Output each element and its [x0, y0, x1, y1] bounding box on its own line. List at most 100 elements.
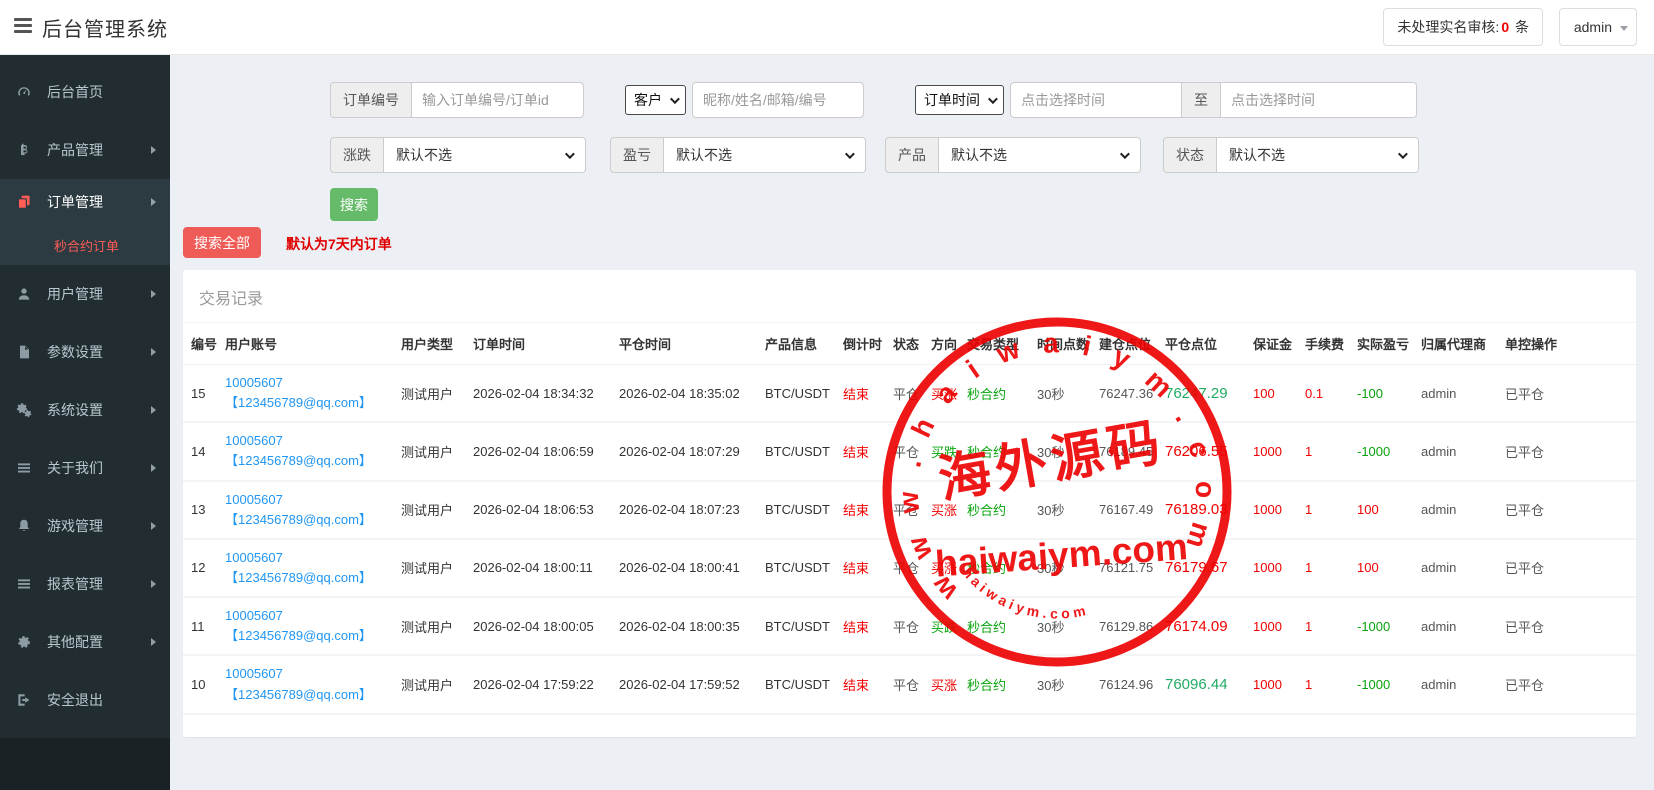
chevron-down-icon	[1120, 149, 1130, 159]
customer-type-select[interactable]: 客户	[625, 85, 686, 115]
account-email-link[interactable]: 【123456789@qq.com】	[225, 626, 387, 646]
cell-order-time: 2026-02-04 17:59:22	[465, 655, 611, 713]
sidebar-item-4[interactable]: 参数设置	[0, 323, 170, 381]
chevron-right-icon	[151, 290, 156, 298]
chevron-right-icon	[151, 464, 156, 472]
panel-title: 交易记录	[183, 270, 1636, 323]
cell-open-price: 76121.75	[1091, 539, 1157, 597]
sidebar-item-2[interactable]: 订单管理	[0, 179, 170, 225]
cell-profit: -1000	[1349, 597, 1413, 655]
sidebar-item-7[interactable]: 游戏管理	[0, 497, 170, 555]
cell-id: 14	[183, 422, 217, 480]
hamburger-menu-icon[interactable]	[14, 18, 34, 36]
col-header-1: 用户账号	[217, 323, 393, 365]
cell-trade-type: 秒合约	[959, 655, 1029, 713]
search-all-button[interactable]: 搜索全部	[183, 227, 261, 258]
cell-product: BTC/USDT	[757, 539, 835, 597]
cell-time-points: 30秒	[1029, 365, 1091, 423]
status-label: 状态	[1163, 137, 1217, 173]
audit-badge[interactable]: 未处理实名审核:0 条	[1383, 8, 1543, 46]
sidebar-item-5[interactable]: 系统设置	[0, 381, 170, 439]
time-end-input[interactable]	[1221, 82, 1417, 118]
list-icon	[16, 576, 36, 592]
order-no-filter-group: 订单编号	[330, 82, 584, 118]
sidebar-item-9[interactable]: 其他配置	[0, 613, 170, 671]
cell-profit: -1000	[1349, 422, 1413, 480]
cell-time-points: 30秒	[1029, 422, 1091, 480]
col-header-13: 保证金	[1245, 323, 1297, 365]
account-link[interactable]: 10005607	[225, 606, 387, 626]
rise-fall-select[interactable]: 默认不选	[384, 137, 586, 173]
cell-control: 已平仓	[1497, 597, 1636, 655]
order-no-input[interactable]	[412, 82, 584, 118]
cell-control: 已平仓	[1497, 481, 1636, 539]
account-link[interactable]: 10005607	[225, 373, 387, 393]
account-email-link[interactable]: 【123456789@qq.com】	[225, 393, 387, 413]
orders-copy-icon	[16, 194, 36, 210]
sidebar-item-label: 安全退出	[47, 690, 103, 710]
account-email-link[interactable]: 【123456789@qq.com】	[225, 510, 387, 530]
sidebar-item-6[interactable]: 关于我们	[0, 439, 170, 497]
chevron-right-icon	[151, 198, 156, 206]
sidebar-subitem-0[interactable]: 秒合约订单	[0, 225, 170, 265]
sidebar-item-label: 系统设置	[47, 400, 103, 420]
table-row: 1310005607【123456789@qq.com】测试用户2026-02-…	[183, 481, 1636, 539]
sidebar-item-1[interactable]: 产品管理	[0, 121, 170, 179]
account-email-link[interactable]: 【123456789@qq.com】	[225, 568, 387, 588]
col-header-7: 状态	[885, 323, 923, 365]
table-row: 1410005607【123456789@qq.com】测试用户2026-02-…	[183, 422, 1636, 480]
audit-unit: 条	[1515, 19, 1529, 35]
customer-select-value: 客户	[634, 90, 662, 110]
sidebar-item-0[interactable]: 后台首页	[0, 63, 170, 121]
rise-fall-filter-group: 涨跌 默认不选	[330, 137, 586, 173]
cell-close-price: 76174.09	[1157, 597, 1245, 655]
cell-order-time: 2026-02-04 18:06:59	[465, 422, 611, 480]
sidebar-item-10[interactable]: 安全退出	[0, 671, 170, 729]
cell-status: 平仓	[885, 365, 923, 423]
table-row: 1110005607【123456789@qq.com】测试用户2026-02-…	[183, 597, 1636, 655]
account-email-link[interactable]: 【123456789@qq.com】	[225, 451, 387, 471]
cell-countdown: 结束	[835, 365, 885, 423]
cell-countdown: 结束	[835, 481, 885, 539]
top-header: 后台管理系统 未处理实名审核:0 条 admin	[0, 0, 1654, 55]
sidebar-nav: 后台首页产品管理订单管理秒合约订单用户管理参数设置系统设置关于我们游戏管理报表管…	[0, 63, 170, 729]
sidebar-item-label: 报表管理	[47, 574, 103, 594]
cell-trade-type: 秒合约	[959, 365, 1029, 423]
cell-product: BTC/USDT	[757, 597, 835, 655]
status-select[interactable]: 默认不选	[1217, 137, 1419, 173]
cell-direction: 买涨	[923, 655, 959, 713]
time-start-input[interactable]	[1010, 82, 1182, 118]
time-type-select[interactable]: 订单时间	[915, 85, 1004, 115]
account-link[interactable]: 10005607	[225, 431, 387, 451]
cell-countdown: 结束	[835, 655, 885, 713]
sidebar-item-label: 产品管理	[47, 140, 103, 160]
chevron-down-icon	[988, 94, 998, 104]
user-menu[interactable]: admin	[1559, 8, 1637, 46]
time-select-value: 订单时间	[924, 90, 980, 110]
sidebar-item-3[interactable]: 用户管理	[0, 265, 170, 323]
sidebar-item-8[interactable]: 报表管理	[0, 555, 170, 613]
profit-select[interactable]: 默认不选	[664, 137, 866, 173]
cell-status: 平仓	[885, 539, 923, 597]
account-link[interactable]: 10005607	[225, 490, 387, 510]
profit-filter-group: 盈亏 默认不选	[610, 137, 866, 173]
search-button[interactable]: 搜索	[330, 188, 378, 221]
list-icon	[16, 460, 36, 476]
cell-profit: 100	[1349, 539, 1413, 597]
chevron-right-icon	[151, 638, 156, 646]
sidebar-item-label: 用户管理	[47, 284, 103, 304]
customer-input[interactable]	[692, 82, 864, 118]
account-email-link[interactable]: 【123456789@qq.com】	[225, 685, 387, 705]
account-link[interactable]: 10005607	[225, 664, 387, 684]
cell-time-points: 30秒	[1029, 655, 1091, 713]
cell-open-price: 76129.86	[1091, 597, 1157, 655]
status-value: 默认不选	[1229, 145, 1285, 165]
chevron-right-icon	[151, 580, 156, 588]
table-row: 1010005607【123456789@qq.com】测试用户2026-02-…	[183, 655, 1636, 713]
user-icon	[16, 286, 36, 302]
cell-margin: 1000	[1245, 539, 1297, 597]
logout-icon	[16, 692, 36, 708]
cell-direction: 买涨	[923, 365, 959, 423]
product-select[interactable]: 默认不选	[939, 137, 1141, 173]
account-link[interactable]: 10005607	[225, 548, 387, 568]
